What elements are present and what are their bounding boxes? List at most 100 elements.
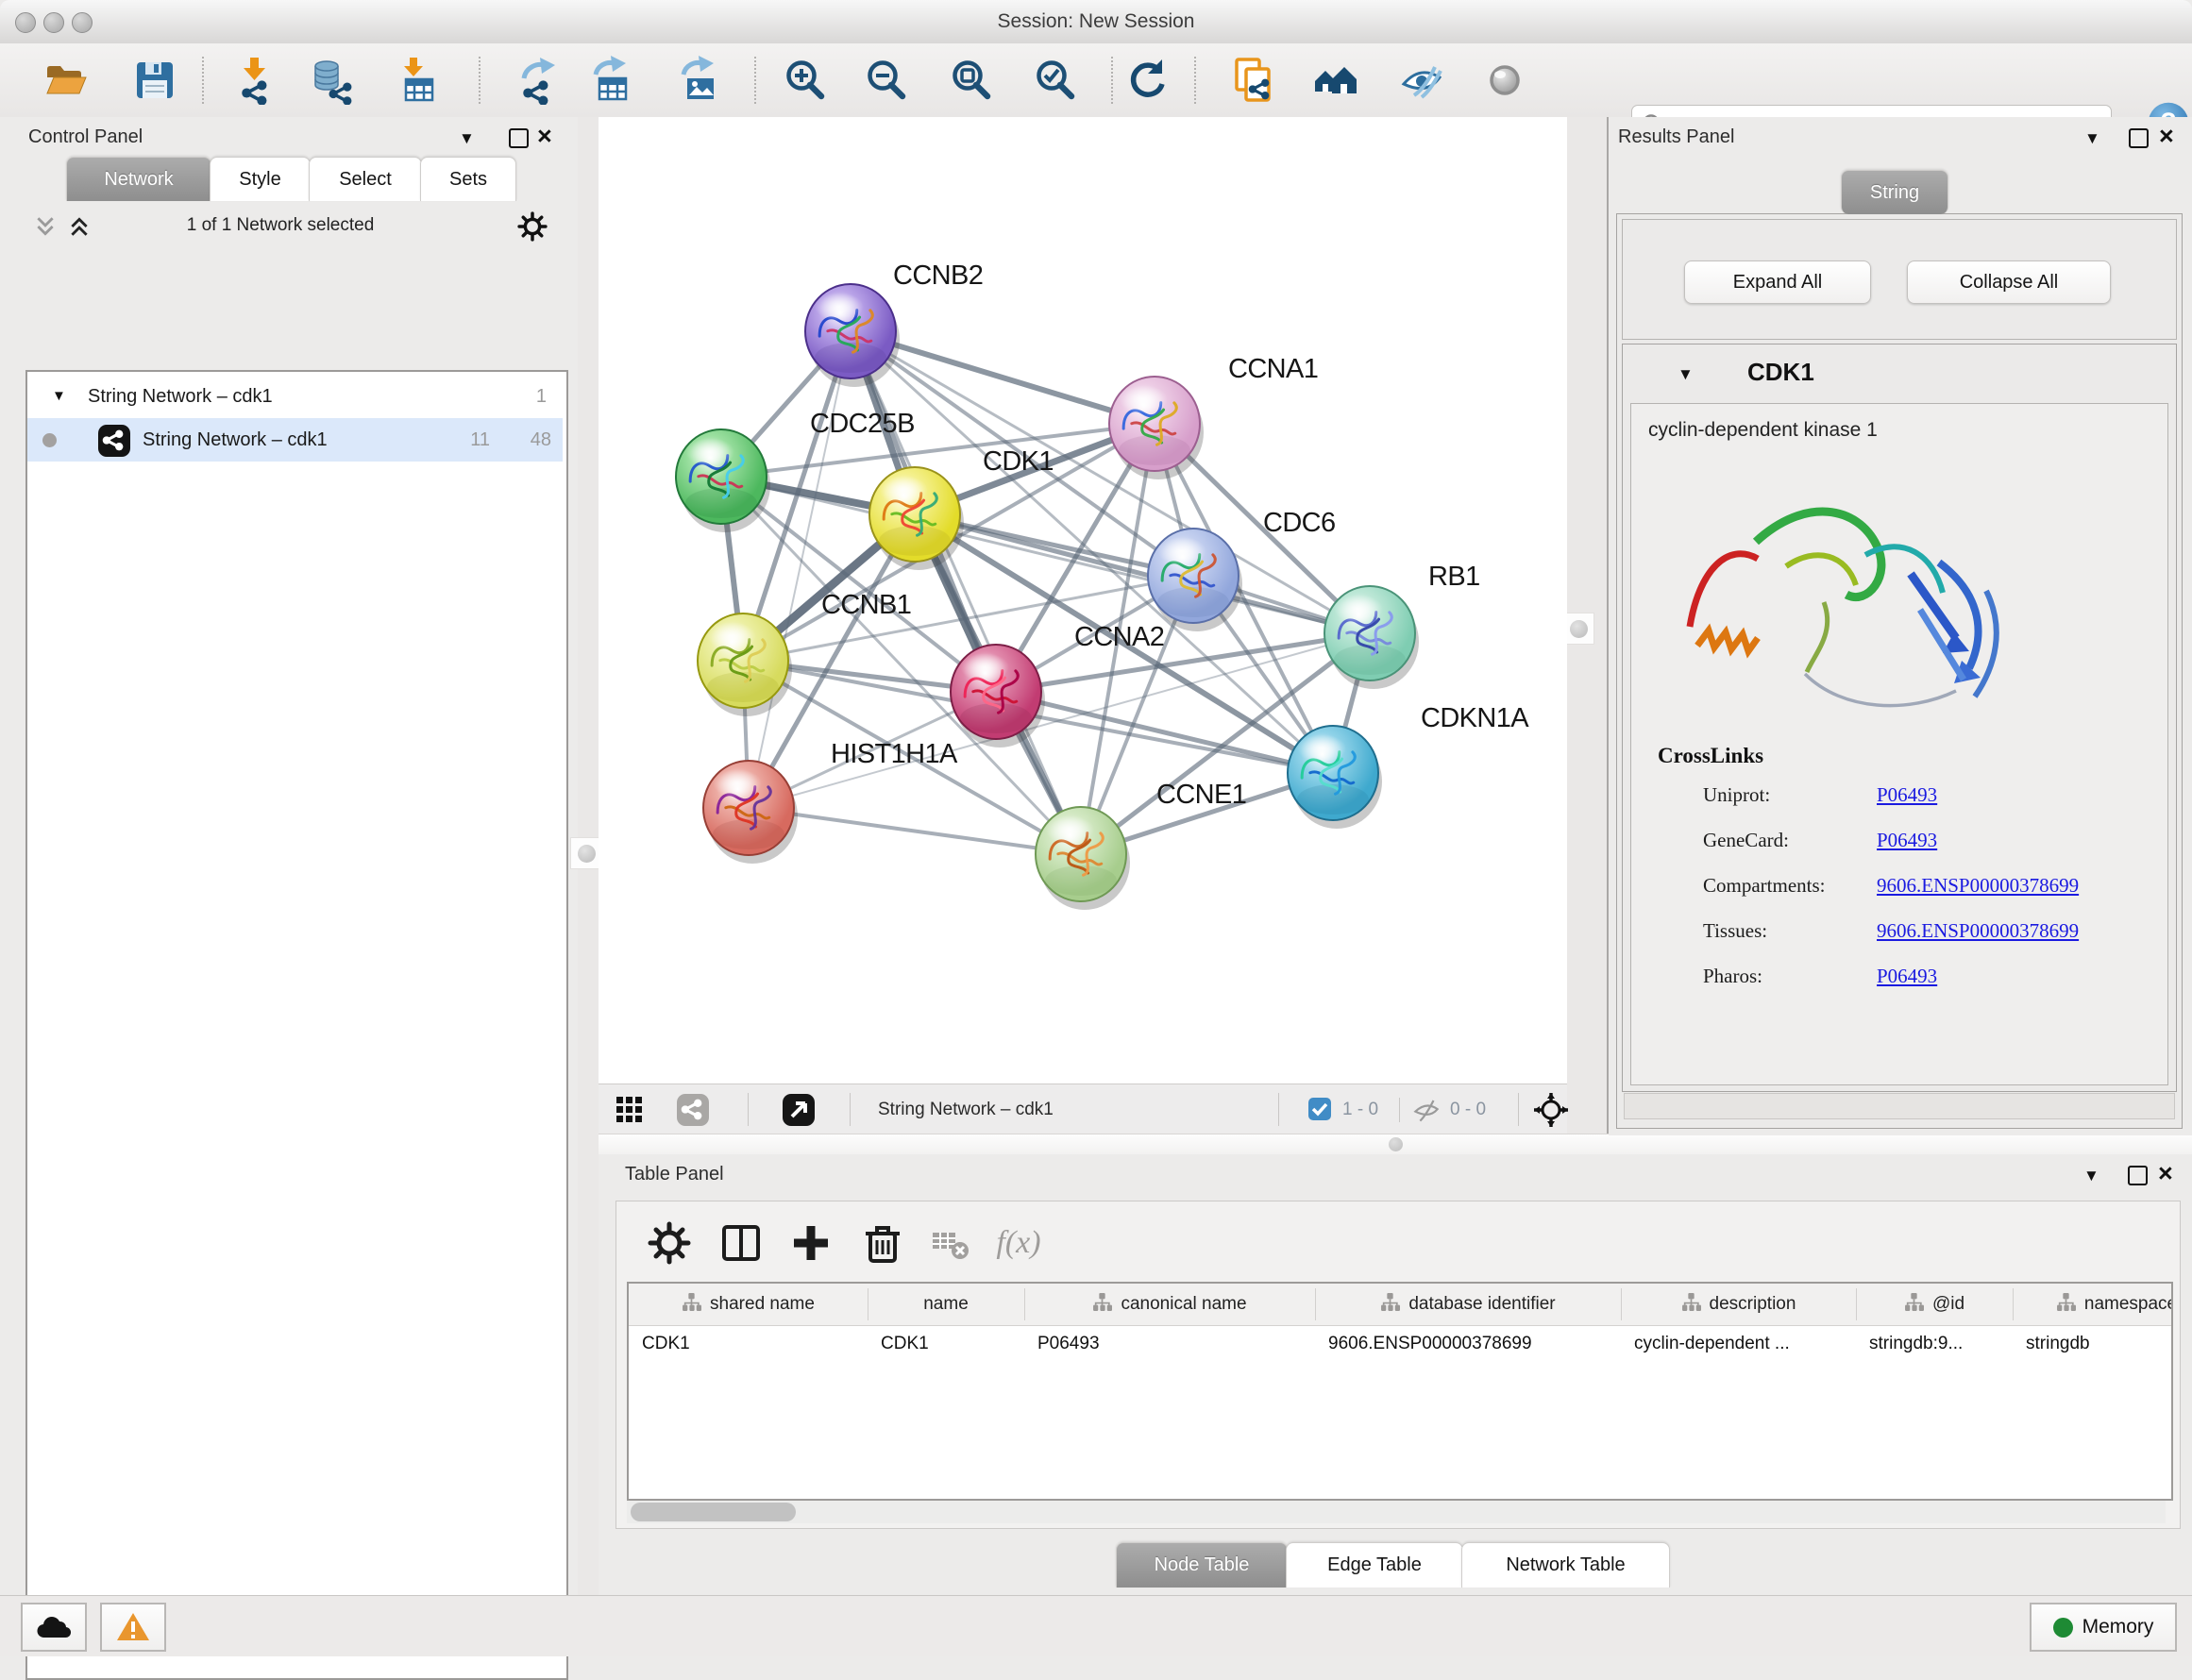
maximize-panel-icon[interactable] (509, 128, 529, 148)
grid-view-icon[interactable] (615, 1096, 644, 1124)
network-node[interactable]: CCNB2 (805, 260, 983, 387)
export-image-button[interactable] (672, 54, 725, 107)
left-splitter-knob[interactable] (570, 837, 602, 869)
splitter-knob[interactable] (1389, 1137, 1403, 1151)
warnings-button[interactable] (100, 1603, 166, 1652)
float-panel-icon[interactable]: ▼ (2084, 126, 2100, 151)
network-node[interactable]: CCNA1 (1109, 354, 1318, 479)
column-header-label: description (1710, 1294, 1796, 1315)
column-header[interactable]: database identifier (1315, 1284, 1621, 1325)
table-settings-button[interactable] (643, 1217, 696, 1269)
tab-sets[interactable]: Sets (420, 157, 516, 201)
table-cell[interactable]: cyclin-dependent ... (1621, 1325, 1856, 1363)
graphics-detail-button[interactable] (1478, 54, 1531, 107)
tab-network-table[interactable]: Network Table (1461, 1542, 1670, 1588)
memory-button[interactable]: Memory (2030, 1603, 2177, 1652)
section-expander-icon[interactable]: ▼ (1678, 365, 1694, 384)
gear-icon[interactable] (517, 211, 548, 242)
column-header[interactable]: @id (1856, 1284, 2013, 1325)
zoom-out-button[interactable] (860, 54, 913, 107)
open-session-button[interactable] (40, 54, 93, 107)
delete-column-button[interactable] (856, 1217, 909, 1269)
float-panel-icon[interactable]: ▼ (2083, 1164, 2099, 1188)
collapse-all-button[interactable]: Collapse All (1907, 260, 2111, 304)
fit-selected-crosshair-icon[interactable] (1533, 1092, 1569, 1128)
crosslink-link[interactable]: 9606.ENSP00000378699 (1877, 908, 2079, 953)
duplicate-network-button[interactable] (1227, 54, 1280, 107)
maximize-panel-icon[interactable] (2128, 1166, 2148, 1185)
hidden-eye-icon[interactable] (1412, 1097, 1441, 1123)
export-network-button[interactable] (511, 54, 564, 107)
tree-icon (1904, 1292, 1924, 1318)
table-cell[interactable]: stringdb:9... (1856, 1325, 2013, 1363)
results-scrollbar[interactable] (1624, 1093, 2175, 1119)
birds-eye-view-icon[interactable] (782, 1093, 816, 1127)
hide-selected-button[interactable] (1395, 54, 1448, 107)
tab-node-table[interactable]: Node Table (1116, 1542, 1288, 1588)
close-panel-icon[interactable]: × (2158, 1162, 2173, 1184)
tree-expander-icon[interactable]: ▼ (52, 388, 66, 405)
table-cell[interactable]: stringdb (2013, 1325, 2173, 1363)
network-node[interactable]: RB1 (1324, 562, 1480, 689)
import-table-button[interactable] (389, 54, 442, 107)
network-node[interactable]: CDKN1A (1288, 703, 1529, 829)
float-panel-icon[interactable]: ▼ (459, 126, 475, 151)
zoom-in-button[interactable] (779, 54, 832, 107)
save-session-button[interactable] (128, 54, 181, 107)
maximize-panel-icon[interactable] (2129, 128, 2149, 148)
tab-edge-table[interactable]: Edge Table (1286, 1542, 1463, 1588)
crosslink-link[interactable]: P06493 (1877, 953, 1937, 999)
network-canvas[interactable]: CCNB2CCNA1CDC25BCDK1CDC6RB1CCNB1CCNA2CDK… (599, 117, 1567, 1084)
zoom-fit-button[interactable] (945, 54, 998, 107)
import-network-database-button[interactable] (305, 54, 358, 107)
table-cell[interactable]: CDK1 (868, 1325, 1024, 1363)
horizontal-splitter[interactable] (599, 1134, 2192, 1156)
table-cell[interactable]: 9606.ENSP00000378699 (1315, 1325, 1621, 1363)
gene-name: CDK1 (1747, 358, 1814, 387)
close-panel-icon[interactable]: × (537, 125, 552, 147)
network-node[interactable]: HIST1H1A (703, 739, 958, 864)
tab-style[interactable]: Style (210, 157, 311, 201)
crosslink-link[interactable]: 9606.ENSP00000378699 (1877, 863, 2079, 908)
column-header[interactable]: description (1621, 1284, 1856, 1325)
crosslink-link[interactable]: P06493 (1877, 817, 1937, 863)
close-panel-icon[interactable]: × (2159, 125, 2174, 147)
table-cell[interactable]: CDK1 (629, 1325, 868, 1363)
scrollbar-thumb[interactable] (631, 1503, 796, 1521)
zoom-selected-button[interactable] (1029, 54, 1082, 107)
toolbar-separator (1194, 57, 1196, 104)
table-hscrollbar[interactable] (627, 1501, 2166, 1523)
network-row-selected[interactable]: String Network – cdk1 11 48 (27, 418, 563, 462)
network-edge[interactable] (749, 808, 1081, 854)
cloud-button[interactable] (21, 1603, 87, 1652)
network-edge[interactable] (749, 331, 851, 808)
table-row[interactable]: CDK1CDK1P064939606.ENSP00000378699cyclin… (629, 1325, 2171, 1363)
crosslink-link[interactable]: P06493 (1877, 772, 1937, 817)
column-header[interactable]: canonical name (1024, 1284, 1315, 1325)
column-header[interactable]: name (868, 1284, 1024, 1325)
show-columns-button[interactable] (715, 1217, 767, 1269)
network-view-icon[interactable] (676, 1093, 710, 1127)
tab-select[interactable]: Select (309, 157, 422, 201)
tree-icon (1681, 1292, 1701, 1318)
first-neighbors-button[interactable] (1309, 54, 1362, 107)
duplicate-network-icon (1229, 56, 1278, 105)
delete-table-button[interactable] (924, 1217, 977, 1269)
network-node[interactable]: CCNE1 (1036, 780, 1246, 910)
import-network-file-button[interactable] (228, 54, 280, 107)
tab-network[interactable]: Network (66, 157, 211, 201)
selected-checkbox-icon[interactable] (1308, 1098, 1331, 1120)
function-builder-button[interactable]: f(x) (992, 1217, 1045, 1269)
collection-count: 1 (481, 375, 547, 418)
tab-string[interactable]: String (1841, 170, 1948, 214)
table-cell[interactable]: P06493 (1024, 1325, 1315, 1363)
right-splitter-knob[interactable] (1562, 613, 1594, 645)
create-column-button[interactable] (784, 1217, 837, 1269)
expand-all-button[interactable]: Expand All (1684, 260, 1871, 304)
export-table-button[interactable] (584, 54, 637, 107)
column-header[interactable]: shared name (629, 1284, 868, 1325)
window-status-bar: Memory (0, 1595, 2192, 1656)
column-header[interactable]: namespace (2013, 1284, 2173, 1325)
refresh-layout-button[interactable] (1121, 54, 1173, 107)
network-collection-row[interactable]: ▼ String Network – cdk1 1 (27, 375, 563, 418)
